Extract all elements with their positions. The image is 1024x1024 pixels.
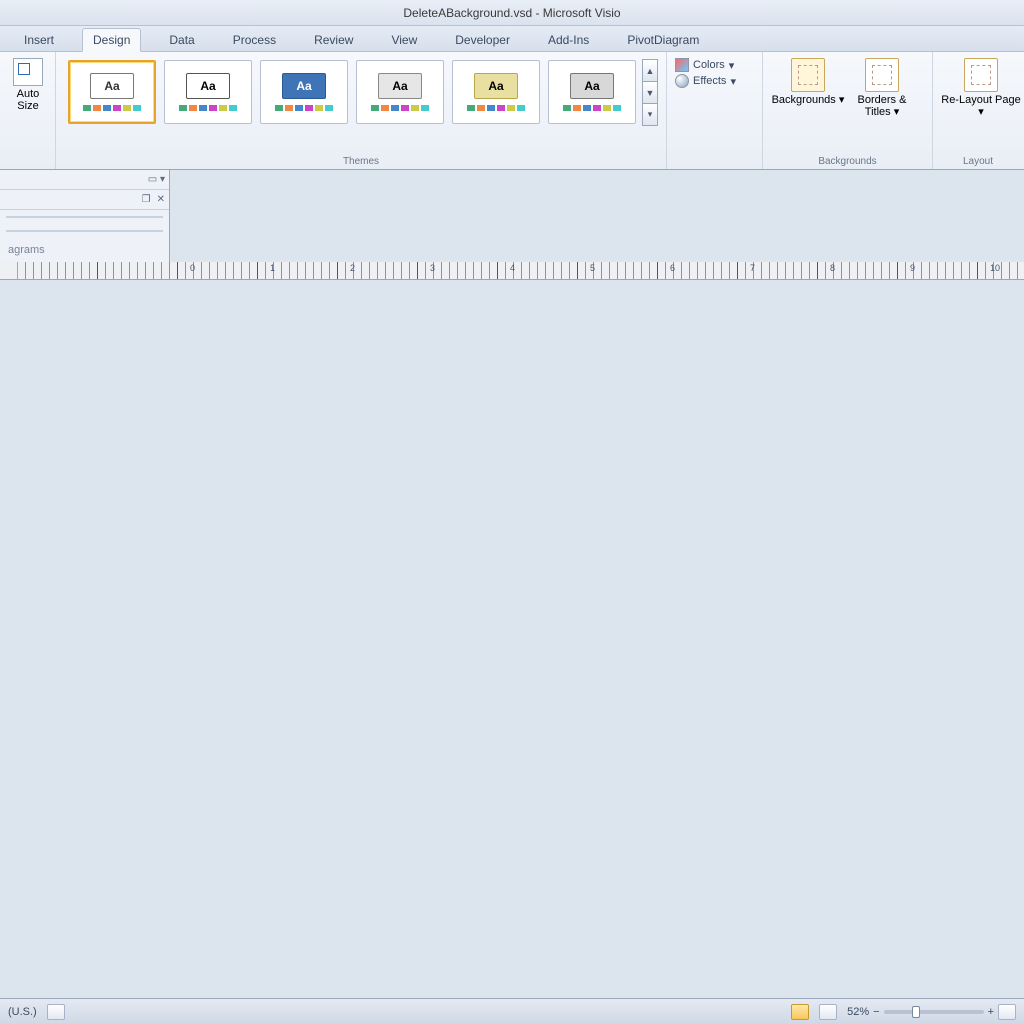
group-layout-label: Layout bbox=[941, 154, 1015, 167]
window-title: DeleteABackground.vsd - Microsoft Visio bbox=[403, 6, 620, 20]
workspace: ▭ ▾ ❐ ✕ agrams 012345678910 111098765432… bbox=[0, 170, 1024, 262]
gallery-up-icon[interactable]: ▲ bbox=[642, 59, 658, 82]
dropdown-icon: ▾ bbox=[730, 75, 736, 88]
colors-icon bbox=[675, 58, 689, 72]
group-themes-label: Themes bbox=[64, 154, 658, 167]
view-normal-button[interactable] bbox=[791, 1004, 809, 1020]
tab-addins[interactable]: Add-Ins bbox=[538, 29, 599, 51]
tab-data[interactable]: Data bbox=[159, 29, 204, 51]
theme-card[interactable]: Aa bbox=[356, 60, 444, 124]
theme-card[interactable]: Aa bbox=[260, 60, 348, 124]
gallery-scroll[interactable]: ▲ ▼ ▾ bbox=[642, 59, 658, 125]
theme-gallery[interactable]: Aa Aa Aa Aa Aa Aa bbox=[64, 56, 658, 128]
colors-button[interactable]: Colors▾ bbox=[675, 58, 754, 72]
theme-card[interactable]: Aa bbox=[68, 60, 156, 124]
status-bar: (U.S.) 52% − + bbox=[0, 998, 1024, 1024]
status-language: (U.S.) bbox=[8, 1006, 37, 1018]
tab-view[interactable]: View bbox=[381, 29, 427, 51]
tab-review[interactable]: Review bbox=[304, 29, 363, 51]
tab-insert[interactable]: Insert bbox=[14, 29, 64, 51]
tab-developer[interactable]: Developer bbox=[445, 29, 520, 51]
panel-menu-icon[interactable]: ▭ ▾ bbox=[148, 174, 165, 185]
relayout-icon bbox=[964, 58, 998, 92]
ruler-horizontal: 012345678910 bbox=[18, 262, 1024, 280]
zoom-out-icon[interactable]: − bbox=[873, 1006, 879, 1018]
backgrounds-icon bbox=[791, 58, 825, 92]
theme-card[interactable]: Aa bbox=[452, 60, 540, 124]
ruler-corner bbox=[0, 262, 18, 280]
borders-button[interactable]: Borders & Titles ▾ bbox=[845, 56, 919, 118]
status-icon[interactable] bbox=[47, 1004, 65, 1020]
autosize-icon bbox=[13, 58, 43, 86]
dropdown-icon: ▾ bbox=[894, 106, 900, 118]
backgrounds-button[interactable]: Backgrounds ▾ bbox=[771, 56, 845, 118]
theme-card[interactable]: Aa bbox=[548, 60, 636, 124]
panel-header: ▭ ▾ bbox=[0, 170, 169, 190]
gallery-more-icon[interactable]: ▾ bbox=[642, 103, 658, 126]
dropdown-icon: ▾ bbox=[839, 94, 845, 106]
theme-card[interactable]: Aa bbox=[164, 60, 252, 124]
zoom-value: 52% bbox=[847, 1006, 869, 1018]
tab-process[interactable]: Process bbox=[223, 29, 286, 51]
panel-subheader: ❐ ✕ bbox=[0, 190, 169, 210]
effects-button[interactable]: Effects▾ bbox=[675, 74, 754, 88]
gallery-down-icon[interactable]: ▼ bbox=[642, 81, 658, 104]
panel-close-icon[interactable]: ✕ bbox=[157, 194, 165, 205]
zoom-fit-button[interactable] bbox=[998, 1004, 1016, 1020]
borders-icon bbox=[865, 58, 899, 92]
zoom-slider[interactable] bbox=[884, 1010, 984, 1014]
effects-icon bbox=[675, 74, 689, 88]
dropdown-icon: ▾ bbox=[729, 59, 735, 72]
zoom-control[interactable]: 52% − + bbox=[847, 1004, 1016, 1020]
zoom-in-icon[interactable]: + bbox=[988, 1006, 994, 1018]
panel-body-2 bbox=[6, 230, 163, 232]
ribbon-tabs: Insert Design Data Process Review View D… bbox=[0, 26, 1024, 52]
title-bar: DeleteABackground.vsd - Microsoft Visio bbox=[0, 0, 1024, 26]
panel-footer: agrams bbox=[0, 238, 169, 262]
tab-design[interactable]: Design bbox=[82, 28, 141, 52]
panel-restore-icon[interactable]: ❐ bbox=[142, 194, 151, 205]
dropdown-icon: ▾ bbox=[978, 106, 984, 118]
tab-pivotdiagram[interactable]: PivotDiagram bbox=[617, 29, 709, 51]
shapes-panel: ▭ ▾ ❐ ✕ agrams bbox=[0, 170, 170, 262]
autosize-button[interactable]: Auto Size bbox=[8, 56, 48, 112]
group-backgrounds-label: Backgrounds bbox=[771, 154, 924, 167]
panel-body bbox=[6, 216, 163, 218]
view-fullscreen-button[interactable] bbox=[819, 1004, 837, 1020]
relayout-button[interactable]: Re-Layout Page ▾ bbox=[941, 56, 1021, 118]
ribbon: Auto Size Aa Aa Aa Aa Aa bbox=[0, 52, 1024, 170]
